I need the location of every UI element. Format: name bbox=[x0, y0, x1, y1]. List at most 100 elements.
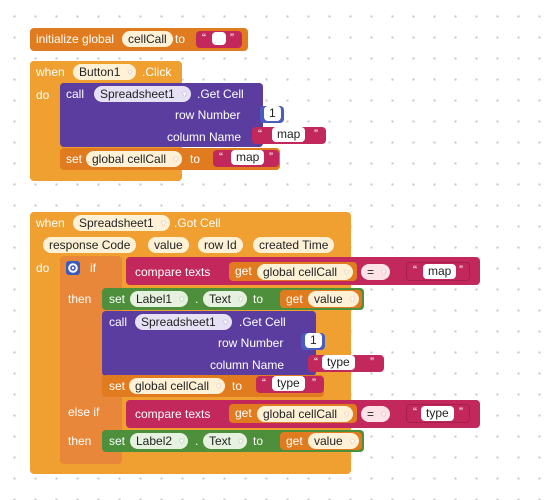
set-global-dropdown[interactable]: global cellCall ▾ bbox=[86, 151, 183, 167]
column-name-field[interactable]: map bbox=[272, 127, 306, 142]
initialize-global-block[interactable]: initialize global cellCall to “ ” bbox=[30, 28, 248, 51]
param-text: response Code bbox=[49, 238, 131, 252]
dot-label: . bbox=[195, 434, 199, 448]
chevron-down-icon: ▾ bbox=[344, 267, 350, 277]
gotcell-event-label: .Got Cell bbox=[174, 216, 221, 230]
get-value-block[interactable]: get value ▾ bbox=[280, 432, 362, 450]
set-text-field[interactable]: map bbox=[231, 150, 265, 165]
compare-op-dropdown[interactable]: = ▾ bbox=[361, 406, 391, 422]
get-var-text: global cellCall bbox=[263, 407, 338, 421]
compare-value-field[interactable]: map bbox=[423, 264, 457, 279]
chevron-down-icon: ▾ bbox=[173, 154, 179, 164]
label1-dropdown[interactable]: Label1 ▾ bbox=[130, 291, 189, 307]
do-label: do bbox=[36, 88, 50, 102]
get-value-dropdown[interactable]: value ▾ bbox=[308, 433, 359, 449]
get-var-text: global cellCall bbox=[263, 265, 338, 279]
to-label: to bbox=[253, 292, 264, 306]
param-response-code[interactable]: response Code bbox=[43, 237, 137, 253]
dot-label: . bbox=[195, 292, 199, 306]
call-label: call bbox=[66, 87, 85, 101]
global-var-name-text: cellCall bbox=[128, 32, 167, 46]
get-label: get bbox=[235, 264, 252, 278]
chevron-down-icon: ▾ bbox=[350, 436, 355, 446]
param-text: row Id bbox=[204, 238, 237, 252]
spreadsheet1-dropdown[interactable]: Spreadsheet1 ▾ bbox=[94, 86, 191, 102]
getcell-method-label: .Get Cell bbox=[197, 87, 244, 101]
quote-left: “ bbox=[258, 127, 262, 141]
chevron-down-icon: ▾ bbox=[238, 436, 244, 446]
set-text-field[interactable]: type bbox=[272, 376, 305, 391]
get-global-block[interactable]: get global cellCall ▾ bbox=[229, 262, 357, 281]
property-text: Text bbox=[209, 434, 232, 448]
compare-value-block[interactable]: “ type ” bbox=[406, 404, 470, 423]
get-label: get bbox=[286, 434, 303, 448]
get-value-block[interactable]: get value ▾ bbox=[280, 290, 362, 308]
row-number-label: row Number bbox=[175, 108, 241, 122]
set-global-dropdown[interactable]: global cellCall ▾ bbox=[129, 378, 226, 394]
set-label: set bbox=[109, 434, 126, 448]
column-name-label: column Name bbox=[210, 358, 285, 372]
quote-left: “ bbox=[202, 31, 206, 45]
quote-right: ” bbox=[370, 355, 374, 369]
row-number-block[interactable]: 1 bbox=[301, 333, 325, 350]
get-var-dropdown[interactable]: global cellCall ▾ bbox=[257, 264, 354, 280]
button1-dropdown[interactable]: Button1 ▾ bbox=[73, 64, 137, 80]
set-text-block[interactable]: “ map ” bbox=[213, 150, 279, 167]
op-text: = bbox=[367, 407, 375, 421]
else-if-label: else if bbox=[68, 405, 100, 419]
param-text: value bbox=[154, 238, 183, 252]
set-global-text: global cellCall bbox=[92, 152, 167, 166]
spreadsheet1-dropdown[interactable]: Spreadsheet1 ▾ bbox=[73, 215, 170, 231]
chevron-down-icon: ▾ bbox=[216, 381, 222, 391]
global-var-name-field[interactable]: cellCall bbox=[122, 31, 173, 47]
row-number-field[interactable]: 1 bbox=[305, 333, 322, 348]
row-number-block[interactable]: 1 bbox=[260, 106, 284, 123]
then-label: then bbox=[68, 292, 92, 306]
compare-value-field[interactable]: type bbox=[421, 406, 454, 421]
get-global-block[interactable]: get global cellCall ▾ bbox=[229, 404, 357, 423]
row-number-field[interactable]: 1 bbox=[264, 106, 281, 121]
param-row-id[interactable]: row Id bbox=[198, 237, 243, 253]
call-label: call bbox=[109, 315, 128, 329]
chevron-down-icon: ▾ bbox=[182, 89, 187, 99]
get-value-text: value bbox=[314, 434, 343, 448]
empty-text-block[interactable]: “ ” bbox=[196, 31, 242, 48]
init-to-label: to bbox=[175, 32, 186, 46]
column-name-text-block[interactable]: “ type ” bbox=[308, 355, 384, 372]
get-value-dropdown[interactable]: value ▾ bbox=[308, 291, 359, 307]
chevron-down-icon: ▾ bbox=[238, 294, 244, 304]
chevron-down-icon: ▾ bbox=[344, 409, 350, 419]
then2-label: then bbox=[68, 434, 92, 448]
param-created-time[interactable]: created Time bbox=[253, 237, 335, 253]
to-label: to bbox=[253, 434, 264, 448]
spreadsheet1-dropdown[interactable]: Spreadsheet1 ▾ bbox=[135, 314, 232, 330]
text-property-dropdown[interactable]: Text ▾ bbox=[203, 433, 248, 449]
column-name-text-block[interactable]: “ map ” bbox=[252, 127, 326, 144]
quote-right: ” bbox=[312, 376, 316, 390]
param-text: created Time bbox=[259, 238, 329, 252]
param-value[interactable]: value bbox=[148, 237, 189, 253]
text-property-dropdown[interactable]: Text ▾ bbox=[203, 291, 248, 307]
label2-dropdown[interactable]: Label2 ▾ bbox=[130, 433, 189, 449]
gear-icon[interactable] bbox=[66, 261, 80, 275]
spreadsheet1-text: Spreadsheet1 bbox=[79, 216, 154, 230]
get-var-dropdown[interactable]: global cellCall ▾ bbox=[257, 406, 354, 422]
empty-text-field[interactable] bbox=[212, 32, 226, 45]
compare-op-dropdown[interactable]: = ▾ bbox=[361, 264, 391, 280]
quote-left: “ bbox=[413, 405, 417, 419]
quote-left: “ bbox=[219, 150, 223, 164]
op-text: = bbox=[367, 265, 375, 279]
compare-value-block[interactable]: “ map ” bbox=[406, 262, 470, 281]
chevron-down-icon: ▾ bbox=[381, 409, 387, 419]
set-text-block[interactable]: “ type ” bbox=[256, 376, 324, 393]
chevron-down-icon: ▾ bbox=[350, 294, 355, 304]
set-label: set bbox=[109, 379, 126, 393]
row-number-label: row Number bbox=[218, 336, 284, 350]
chevron-down-icon: ▾ bbox=[381, 267, 387, 277]
chevron-down-icon: ▾ bbox=[161, 218, 166, 228]
set-global-text: global cellCall bbox=[135, 379, 210, 393]
quote-left: “ bbox=[314, 355, 318, 369]
column-name-field[interactable]: type bbox=[322, 355, 355, 370]
get-label: get bbox=[235, 406, 252, 420]
quote-left: “ bbox=[413, 263, 417, 277]
